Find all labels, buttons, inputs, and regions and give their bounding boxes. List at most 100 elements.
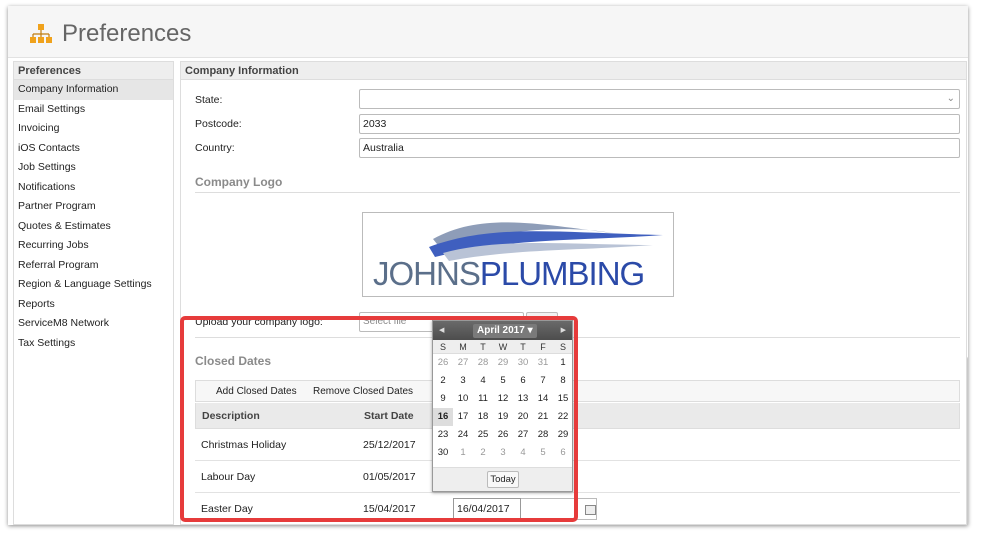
closed-dates-table-header: Description Start Date (195, 403, 960, 429)
table-row[interactable]: Christmas Holiday 25/12/2017 (195, 429, 960, 461)
row-description: Christmas Holiday (201, 439, 287, 451)
date-input-extension[interactable] (521, 498, 597, 520)
weekday-label: S (559, 342, 566, 352)
calendar-day[interactable]: 10 (453, 390, 473, 408)
row-start-date: 15/04/2017 (363, 503, 416, 515)
sidebar-item[interactable]: Partner Program (14, 197, 173, 217)
sidebar-item[interactable]: Email Settings (14, 100, 173, 120)
calendar-day[interactable]: 28 (533, 426, 553, 444)
calendar-day[interactable]: 22 (553, 408, 573, 426)
calendar-day[interactable]: 12 (493, 390, 513, 408)
divider (195, 192, 960, 193)
sidebar-item[interactable]: Company Information (14, 80, 173, 100)
calendar-day[interactable]: 26 (433, 354, 453, 372)
calendar-day[interactable]: 27 (453, 354, 473, 372)
calendar-day[interactable]: 8 (553, 372, 573, 390)
calendar-day[interactable]: 14 (533, 390, 553, 408)
state-select[interactable]: ⌄ (359, 89, 960, 109)
previous-month-icon[interactable]: ◀ (439, 321, 444, 340)
calendar-day[interactable]: 2 (473, 444, 493, 462)
calendar-day[interactable]: 20 (513, 408, 533, 426)
calendar-day[interactable]: 6 (553, 444, 573, 462)
calendar-day[interactable]: 1 (453, 444, 473, 462)
closed-dates-heading: Closed Dates (195, 354, 272, 368)
calendar-header: ◀ April 2017 ▾ ▶ (433, 321, 572, 340)
weekday-label: S (439, 342, 446, 352)
calendar-day[interactable]: 23 (433, 426, 453, 444)
weekday-label: T (480, 342, 486, 352)
calendar-day[interactable]: 13 (513, 390, 533, 408)
divider (195, 337, 960, 338)
row-start-date: 01/05/2017 (363, 471, 416, 483)
next-month-icon[interactable]: ▶ (561, 321, 566, 340)
calendar-day[interactable]: 28 (473, 354, 493, 372)
end-date-input[interactable]: 16/04/2017 (453, 498, 521, 520)
calendar-day[interactable]: 27 (513, 426, 533, 444)
company-information-panel: Company Information State: ⌄ Postcode: 2… (180, 61, 967, 525)
sidebar-item[interactable]: Job Settings (14, 158, 173, 178)
calendar-day[interactable]: 16 (433, 408, 453, 426)
calendar-footer: Today (433, 467, 572, 491)
column-header-start-date[interactable]: Start Date (364, 403, 414, 429)
sidebar: Preferences Company Information Email Set… (13, 61, 174, 525)
row-description: Labour Day (201, 471, 256, 483)
sidebar-item[interactable]: ServiceM8 Network (14, 314, 173, 334)
calendar-day[interactable]: 29 (553, 426, 573, 444)
calendar-day[interactable]: 15 (553, 390, 573, 408)
sidebar-heading: Preferences (14, 62, 173, 80)
calendar-day[interactable]: 7 (533, 372, 553, 390)
sidebar-item[interactable]: Reports (14, 295, 173, 315)
state-label: State: (195, 94, 223, 106)
month-year-dropdown[interactable]: April 2017 ▾ (473, 324, 537, 338)
table-row[interactable]: Easter Day 15/04/2017 16/04/2017 (195, 493, 960, 524)
calendar-icon[interactable] (585, 505, 596, 515)
country-field[interactable]: Australia (359, 138, 960, 158)
calendar-day[interactable]: 2 (433, 372, 453, 390)
calendar-day[interactable]: 29 (493, 354, 513, 372)
calendar-day[interactable]: 19 (493, 408, 513, 426)
sidebar-item[interactable]: Notifications (14, 178, 173, 198)
postcode-label: Postcode: (195, 118, 242, 130)
sidebar-item[interactable]: Region & Language Settings (14, 275, 173, 295)
closed-dates-toolbar: Add Closed Dates Remove Closed Dates (195, 380, 960, 402)
calendar-day[interactable]: 18 (473, 408, 493, 426)
calendar-day[interactable]: 31 (533, 354, 553, 372)
column-header-description[interactable]: Description (202, 403, 260, 429)
calendar-day[interactable]: 5 (533, 444, 553, 462)
calendar-day[interactable]: 26 (493, 426, 513, 444)
calendar-day[interactable]: 4 (513, 444, 533, 462)
add-closed-dates-button[interactable]: Add Closed Dates (216, 381, 297, 403)
weekday-header: SMTWTFS (433, 340, 572, 354)
today-button[interactable]: Today (487, 471, 519, 488)
sidebar-item[interactable]: Referral Program (14, 256, 173, 276)
calendar-day[interactable]: 21 (533, 408, 553, 426)
calendar-day[interactable]: 24 (453, 426, 473, 444)
table-row[interactable]: Labour Day 01/05/2017 (195, 461, 960, 493)
calendar-day[interactable]: 30 (513, 354, 533, 372)
calendar-day[interactable]: 3 (493, 444, 513, 462)
calendar-day[interactable]: 9 (433, 390, 453, 408)
weekday-label: W (498, 342, 508, 352)
end-date-value: 16/04/2017 (457, 503, 510, 515)
remove-closed-dates-button[interactable]: Remove Closed Dates (313, 381, 413, 403)
scrollbar-thumb[interactable] (967, 356, 968, 525)
postcode-field[interactable]: 2033 (359, 114, 960, 134)
calendar-day[interactable]: 25 (473, 426, 493, 444)
sidebar-item[interactable]: Quotes & Estimates (14, 217, 173, 237)
row-description: Easter Day (201, 503, 253, 515)
calendar-day[interactable]: 1 (553, 354, 573, 372)
sidebar-item[interactable]: Recurring Jobs (14, 236, 173, 256)
weekday-label: F (540, 342, 546, 352)
country-label: Country: (195, 142, 235, 154)
sidebar-item[interactable]: Invoicing (14, 119, 173, 139)
calendar-day[interactable]: 4 (473, 372, 493, 390)
sidebar-item[interactable]: iOS Contacts (14, 139, 173, 159)
calendar-day[interactable]: 11 (473, 390, 493, 408)
calendar-day[interactable]: 3 (453, 372, 473, 390)
weekday-label: T (520, 342, 526, 352)
sidebar-item[interactable]: Tax Settings (14, 334, 173, 354)
calendar-day[interactable]: 30 (433, 444, 453, 462)
calendar-day[interactable]: 5 (493, 372, 513, 390)
calendar-day[interactable]: 6 (513, 372, 533, 390)
calendar-day[interactable]: 17 (453, 408, 473, 426)
